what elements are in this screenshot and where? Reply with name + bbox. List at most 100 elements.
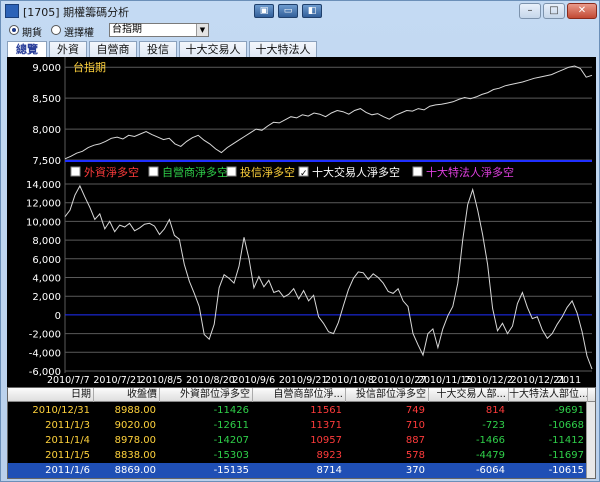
x-tick-label: 2010/8/20 [186, 375, 235, 386]
tab-top10-special[interactable]: 十大特法人 [249, 41, 317, 57]
cell-foreign: -15303 [213, 450, 249, 461]
table-row[interactable]: 2011/1/4 8978.00 -14207 10957 887 -1466 -11412 [8, 433, 588, 448]
checkmark-icon: ✓ [300, 169, 308, 179]
col-dealer[interactable]: 自營商部位淨... [253, 388, 346, 402]
cell-top10-special: -9691 [554, 405, 584, 416]
legend-checkbox [412, 166, 423, 177]
col-trust[interactable]: 投信部位淨多空 [346, 388, 429, 402]
cell-top10: -723 [482, 420, 505, 431]
net-tick-label: 14,000 [26, 180, 61, 191]
cell-dealer: 11561 [310, 405, 342, 416]
table-row[interactable]: 2011/1/5 8838.00 -15303 8923 578 -4479 -11697 [8, 448, 588, 463]
table-header: 日期 收盤價 外資部位淨多空 自營商部位淨... 投信部位淨多空 十大交易人部.… [8, 388, 595, 402]
net-tick-label: 4,000 [32, 274, 61, 285]
cell-top10-special: -10615 [548, 465, 584, 476]
layout-icon[interactable]: ▣ [254, 4, 274, 18]
cell-close: 9020.00 [114, 420, 156, 431]
split-icon[interactable]: ◧ [302, 4, 322, 18]
title-bar: [1705] 期權籌碼分析 ▣ ▭ ◧ – □ ✕ [1, 1, 599, 21]
data-table: 日期 收盤價 外資部位淨多空 自營商部位淨... 投信部位淨多空 十大交易人部.… [7, 387, 596, 479]
options-radio[interactable] [51, 25, 61, 35]
cell-close: 8838.00 [114, 450, 156, 461]
contract-select-value: 台指期 [112, 24, 142, 35]
cell-foreign: -12611 [213, 420, 249, 431]
cell-date: 2011/1/5 [45, 450, 90, 461]
col-top10[interactable]: 十大交易人部... [429, 388, 509, 402]
contract-select[interactable]: 台指期 ▼ [109, 23, 209, 37]
legend-label: 十大特法人淨多空 [426, 165, 514, 179]
net-tick-label: 2,000 [32, 292, 61, 303]
legend-label: 十大交易人淨多空 [312, 165, 400, 179]
cell-close: 8978.00 [114, 435, 156, 446]
tab-overview[interactable]: 總覽 [7, 41, 47, 58]
futures-radio[interactable] [9, 25, 19, 35]
legend-checkbox [148, 166, 159, 177]
col-close[interactable]: 收盤價 [94, 388, 160, 402]
cell-dealer: 8923 [316, 450, 342, 461]
options-label: 選擇權 [64, 28, 94, 39]
cell-close: 8988.00 [114, 405, 156, 416]
tab-foreign[interactable]: 外資 [49, 41, 87, 57]
net-tick-label: 12,000 [26, 199, 61, 210]
cell-foreign: -11426 [213, 405, 249, 416]
minimize-button[interactable]: – [519, 3, 541, 19]
col-date[interactable]: 日期 [8, 388, 94, 402]
cell-trust: 710 [405, 420, 425, 431]
table-row[interactable]: 2010/12/31 8988.00 -11426 11561 749 814 -9691 [8, 403, 588, 418]
x-tick-label: 2010/12/2 [464, 375, 513, 386]
futures-label: 期貨 [22, 28, 42, 39]
cell-trust: 370 [405, 465, 425, 476]
cell-top10: -6064 [475, 465, 505, 476]
col-foreign[interactable]: 外資部位淨多空 [160, 388, 253, 402]
x-tick-label: 2010/10/8 [325, 375, 374, 386]
tab-top10-traders[interactable]: 十大交易人 [179, 41, 247, 57]
cell-date: 2011/1/3 [45, 420, 90, 431]
cell-foreign: -15135 [213, 465, 249, 476]
tab-dealer[interactable]: 自營商 [89, 41, 137, 57]
legend-label: 自營商淨多空 [162, 165, 228, 179]
window-title: [1705] 期權籌碼分析 [23, 6, 130, 19]
legend-label: 外資淨多空 [84, 165, 139, 179]
chevron-down-icon[interactable]: ▼ [196, 24, 208, 36]
cell-trust: 887 [405, 435, 425, 446]
cell-date: 2011/1/4 [45, 435, 90, 446]
net-tick-label: 8,000 [32, 236, 61, 247]
x-tick-label: 2010/9/21 [279, 375, 328, 386]
x-tick-label: 2011 [557, 375, 581, 386]
app-icon [5, 4, 19, 18]
cell-top10: -1466 [475, 435, 505, 446]
price-line [64, 65, 593, 160]
chart-panel: 9,000 8,500 8,000 7,500 台指期 14,000 12,000 10,00… [7, 57, 596, 387]
cell-date: 2010/12/31 [32, 405, 90, 416]
x-tick-label: 2010/7/21 [93, 375, 142, 386]
net-tick-label: -2,000 [29, 330, 61, 341]
cell-dealer: 10957 [310, 435, 342, 446]
price-tick-label: 9,000 [32, 63, 61, 74]
tab-trust[interactable]: 投信 [139, 41, 177, 57]
cell-top10-special: -11412 [548, 435, 584, 446]
window-icon[interactable]: ▭ [278, 4, 298, 18]
cell-close: 8869.00 [114, 465, 156, 476]
col-top10-special[interactable]: 十大特法人部位... [509, 388, 588, 402]
x-tick-label: 2010/8/5 [140, 375, 183, 386]
cell-dealer: 8714 [316, 465, 342, 476]
maximize-button[interactable]: □ [543, 3, 565, 19]
x-tick-label: 2010/7/7 [47, 375, 90, 386]
cell-trust: 578 [405, 450, 425, 461]
app-window: [1705] 期權籌碼分析 ▣ ▭ ◧ – □ ✕ 期貨 選擇權 台指期 ▼ 總… [0, 0, 600, 482]
x-tick-label: 2010/9/6 [232, 375, 275, 386]
table-scrollbar[interactable] [586, 402, 595, 478]
cell-top10-special: -10668 [548, 420, 584, 431]
table-row[interactable]: 2011/1/3 9020.00 -12611 11371 710 -723 -10668 [8, 418, 588, 433]
cell-top10: 814 [485, 405, 505, 416]
net-tick-label: 6,000 [32, 255, 61, 266]
price-tick-label: 8,500 [32, 94, 61, 105]
cell-foreign: -14207 [213, 435, 249, 446]
legend-checkbox [70, 166, 81, 177]
price-tick-label: 8,000 [32, 125, 61, 136]
cell-dealer: 11371 [310, 420, 342, 431]
price-tick-label: 7,500 [32, 156, 61, 167]
close-button[interactable]: ✕ [567, 3, 597, 19]
table-row[interactable]: 2011/1/6 8869.00 -15135 8714 370 -6064 -10615 [8, 463, 588, 478]
cell-top10-special: -11697 [548, 450, 584, 461]
